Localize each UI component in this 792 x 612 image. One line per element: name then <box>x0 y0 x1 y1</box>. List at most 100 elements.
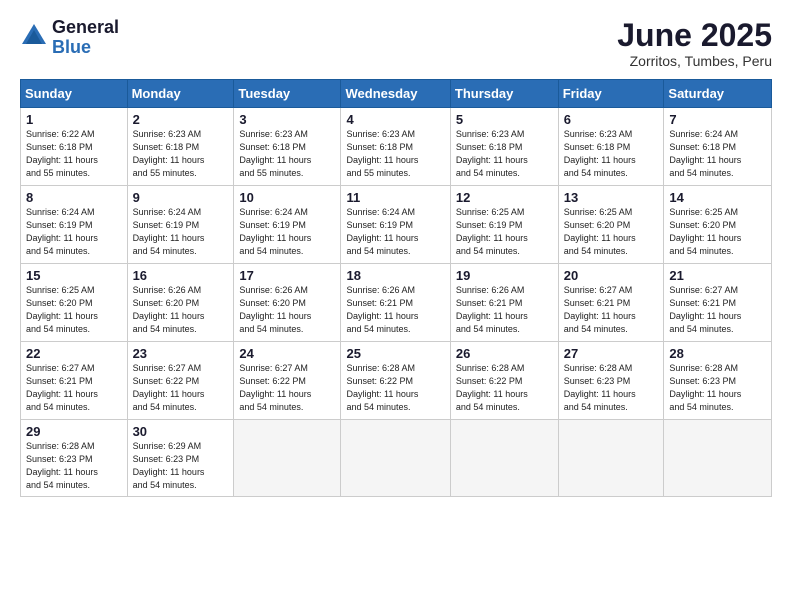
day-info: Sunrise: 6:26 AM Sunset: 6:21 PM Dayligh… <box>456 284 554 336</box>
table-row: 7Sunrise: 6:24 AM Sunset: 6:18 PM Daylig… <box>664 108 772 186</box>
table-row: 15Sunrise: 6:25 AM Sunset: 6:20 PM Dayli… <box>21 264 128 342</box>
table-row <box>341 420 450 497</box>
day-number: 12 <box>456 190 554 205</box>
day-number: 8 <box>26 190 123 205</box>
day-number: 22 <box>26 346 123 361</box>
day-number: 15 <box>26 268 123 283</box>
header-thursday: Thursday <box>450 80 558 108</box>
day-info: Sunrise: 6:27 AM Sunset: 6:22 PM Dayligh… <box>239 362 336 414</box>
table-row: 22Sunrise: 6:27 AM Sunset: 6:21 PM Dayli… <box>21 342 128 420</box>
logo-blue-text: Blue <box>52 38 119 58</box>
day-info: Sunrise: 6:24 AM Sunset: 6:19 PM Dayligh… <box>346 206 445 258</box>
day-info: Sunrise: 6:28 AM Sunset: 6:23 PM Dayligh… <box>669 362 767 414</box>
logo-text: General Blue <box>52 18 119 58</box>
logo: General Blue <box>20 18 119 58</box>
table-row: 2Sunrise: 6:23 AM Sunset: 6:18 PM Daylig… <box>127 108 234 186</box>
table-row: 19Sunrise: 6:26 AM Sunset: 6:21 PM Dayli… <box>450 264 558 342</box>
day-info: Sunrise: 6:27 AM Sunset: 6:21 PM Dayligh… <box>669 284 767 336</box>
day-number: 4 <box>346 112 445 127</box>
day-info: Sunrise: 6:29 AM Sunset: 6:23 PM Dayligh… <box>133 440 230 492</box>
table-row: 11Sunrise: 6:24 AM Sunset: 6:19 PM Dayli… <box>341 186 450 264</box>
day-number: 20 <box>564 268 660 283</box>
table-row: 27Sunrise: 6:28 AM Sunset: 6:23 PM Dayli… <box>558 342 664 420</box>
day-number: 6 <box>564 112 660 127</box>
day-info: Sunrise: 6:23 AM Sunset: 6:18 PM Dayligh… <box>346 128 445 180</box>
day-number: 19 <box>456 268 554 283</box>
table-row: 5Sunrise: 6:23 AM Sunset: 6:18 PM Daylig… <box>450 108 558 186</box>
table-row: 25Sunrise: 6:28 AM Sunset: 6:22 PM Dayli… <box>341 342 450 420</box>
day-info: Sunrise: 6:28 AM Sunset: 6:22 PM Dayligh… <box>456 362 554 414</box>
table-row: 20Sunrise: 6:27 AM Sunset: 6:21 PM Dayli… <box>558 264 664 342</box>
day-info: Sunrise: 6:22 AM Sunset: 6:18 PM Dayligh… <box>26 128 123 180</box>
day-number: 2 <box>133 112 230 127</box>
table-row: 14Sunrise: 6:25 AM Sunset: 6:20 PM Dayli… <box>664 186 772 264</box>
table-row <box>558 420 664 497</box>
table-row: 29Sunrise: 6:28 AM Sunset: 6:23 PM Dayli… <box>21 420 128 497</box>
month-title: June 2025 <box>617 18 772 53</box>
title-section: June 2025 Zorritos, Tumbes, Peru <box>617 18 772 69</box>
day-info: Sunrise: 6:23 AM Sunset: 6:18 PM Dayligh… <box>133 128 230 180</box>
day-info: Sunrise: 6:26 AM Sunset: 6:21 PM Dayligh… <box>346 284 445 336</box>
table-row: 4Sunrise: 6:23 AM Sunset: 6:18 PM Daylig… <box>341 108 450 186</box>
table-row: 16Sunrise: 6:26 AM Sunset: 6:20 PM Dayli… <box>127 264 234 342</box>
day-info: Sunrise: 6:25 AM Sunset: 6:20 PM Dayligh… <box>26 284 123 336</box>
day-number: 21 <box>669 268 767 283</box>
day-info: Sunrise: 6:27 AM Sunset: 6:21 PM Dayligh… <box>26 362 123 414</box>
day-info: Sunrise: 6:23 AM Sunset: 6:18 PM Dayligh… <box>239 128 336 180</box>
day-info: Sunrise: 6:24 AM Sunset: 6:19 PM Dayligh… <box>239 206 336 258</box>
table-row: 6Sunrise: 6:23 AM Sunset: 6:18 PM Daylig… <box>558 108 664 186</box>
day-number: 27 <box>564 346 660 361</box>
day-number: 13 <box>564 190 660 205</box>
table-row <box>664 420 772 497</box>
day-number: 7 <box>669 112 767 127</box>
table-row <box>234 420 341 497</box>
day-info: Sunrise: 6:26 AM Sunset: 6:20 PM Dayligh… <box>133 284 230 336</box>
day-number: 30 <box>133 424 230 439</box>
day-info: Sunrise: 6:28 AM Sunset: 6:23 PM Dayligh… <box>564 362 660 414</box>
table-row: 23Sunrise: 6:27 AM Sunset: 6:22 PM Dayli… <box>127 342 234 420</box>
logo-general-text: General <box>52 18 119 38</box>
day-info: Sunrise: 6:23 AM Sunset: 6:18 PM Dayligh… <box>456 128 554 180</box>
header-sunday: Sunday <box>21 80 128 108</box>
day-number: 17 <box>239 268 336 283</box>
day-number: 5 <box>456 112 554 127</box>
day-info: Sunrise: 6:23 AM Sunset: 6:18 PM Dayligh… <box>564 128 660 180</box>
day-number: 16 <box>133 268 230 283</box>
location: Zorritos, Tumbes, Peru <box>617 53 772 69</box>
day-number: 14 <box>669 190 767 205</box>
day-number: 24 <box>239 346 336 361</box>
day-number: 26 <box>456 346 554 361</box>
day-info: Sunrise: 6:24 AM Sunset: 6:18 PM Dayligh… <box>669 128 767 180</box>
page: General Blue June 2025 Zorritos, Tumbes,… <box>0 0 792 507</box>
day-number: 3 <box>239 112 336 127</box>
table-row: 30Sunrise: 6:29 AM Sunset: 6:23 PM Dayli… <box>127 420 234 497</box>
day-number: 23 <box>133 346 230 361</box>
day-info: Sunrise: 6:24 AM Sunset: 6:19 PM Dayligh… <box>133 206 230 258</box>
header-friday: Friday <box>558 80 664 108</box>
table-row: 13Sunrise: 6:25 AM Sunset: 6:20 PM Dayli… <box>558 186 664 264</box>
table-row: 9Sunrise: 6:24 AM Sunset: 6:19 PM Daylig… <box>127 186 234 264</box>
day-number: 28 <box>669 346 767 361</box>
day-info: Sunrise: 6:27 AM Sunset: 6:22 PM Dayligh… <box>133 362 230 414</box>
day-number: 1 <box>26 112 123 127</box>
table-row: 26Sunrise: 6:28 AM Sunset: 6:22 PM Dayli… <box>450 342 558 420</box>
calendar-table: Sunday Monday Tuesday Wednesday Thursday… <box>20 79 772 497</box>
day-info: Sunrise: 6:28 AM Sunset: 6:22 PM Dayligh… <box>346 362 445 414</box>
day-info: Sunrise: 6:25 AM Sunset: 6:19 PM Dayligh… <box>456 206 554 258</box>
day-info: Sunrise: 6:24 AM Sunset: 6:19 PM Dayligh… <box>26 206 123 258</box>
table-row: 12Sunrise: 6:25 AM Sunset: 6:19 PM Dayli… <box>450 186 558 264</box>
table-row: 18Sunrise: 6:26 AM Sunset: 6:21 PM Dayli… <box>341 264 450 342</box>
header-monday: Monday <box>127 80 234 108</box>
day-number: 11 <box>346 190 445 205</box>
day-number: 29 <box>26 424 123 439</box>
day-number: 18 <box>346 268 445 283</box>
header: General Blue June 2025 Zorritos, Tumbes,… <box>20 18 772 69</box>
day-info: Sunrise: 6:25 AM Sunset: 6:20 PM Dayligh… <box>564 206 660 258</box>
table-row: 24Sunrise: 6:27 AM Sunset: 6:22 PM Dayli… <box>234 342 341 420</box>
day-info: Sunrise: 6:28 AM Sunset: 6:23 PM Dayligh… <box>26 440 123 492</box>
logo-icon <box>20 22 48 50</box>
table-row: 1Sunrise: 6:22 AM Sunset: 6:18 PM Daylig… <box>21 108 128 186</box>
table-row <box>450 420 558 497</box>
table-row: 8Sunrise: 6:24 AM Sunset: 6:19 PM Daylig… <box>21 186 128 264</box>
day-number: 25 <box>346 346 445 361</box>
